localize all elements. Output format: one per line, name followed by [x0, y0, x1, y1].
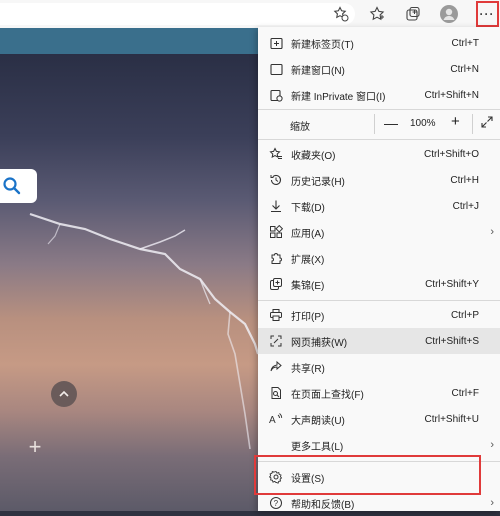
- scroll-up-button[interactable]: [51, 381, 77, 407]
- menu-shortcut: Ctrl+J: [452, 200, 479, 212]
- settings-and-more-menu: 新建标签页(T) Ctrl+T 新建窗口(N) Ctrl+N 新建 InPriv…: [258, 27, 500, 511]
- apps-icon: [269, 225, 283, 239]
- menu-item-apps[interactable]: 应用(A) ›: [258, 219, 500, 245]
- menu-label: 扩展(X): [291, 254, 325, 266]
- more-tools-icon: [269, 438, 283, 452]
- zoom-in-button[interactable]: +: [451, 113, 460, 130]
- svg-text:A: A: [269, 415, 276, 426]
- zoom-label: 缩放: [290, 122, 310, 133]
- chevron-right-icon: ›: [490, 497, 494, 509]
- menu-shortcut: Ctrl+Shift+N: [424, 89, 479, 101]
- more-button-highlight: [476, 1, 499, 27]
- add-shortcut-button[interactable]: +: [25, 436, 45, 458]
- menu-item-read-aloud[interactable]: A 大声朗读(U) Ctrl+Shift+U: [258, 406, 500, 432]
- menu-item-extensions[interactable]: 扩展(X): [258, 245, 500, 271]
- divider: [472, 114, 473, 134]
- menu-item-history[interactable]: 历史记录(H) Ctrl+H: [258, 167, 500, 193]
- browser-toolbar: ···: [0, 0, 500, 28]
- chevron-up-icon: [59, 390, 69, 397]
- search-button[interactable]: [0, 169, 37, 203]
- address-bar[interactable]: [0, 3, 355, 25]
- menu-item-find[interactable]: 在页面上查找(F) Ctrl+F: [258, 380, 500, 406]
- reading-add-icon[interactable]: [332, 5, 350, 23]
- menu-label: 帮助和反馈(B): [291, 499, 355, 511]
- menu-item-favorites[interactable]: 收藏夹(O) Ctrl+Shift+O: [258, 141, 500, 167]
- inprivate-window-icon: [269, 88, 283, 102]
- share-icon: [269, 360, 283, 374]
- menu-shortcut: Ctrl+P: [450, 309, 479, 321]
- menu-item-collections[interactable]: 集锦(E) Ctrl+Shift+Y: [258, 271, 500, 297]
- download-icon: [269, 199, 283, 213]
- menu-divider: [258, 139, 500, 140]
- menu-shortcut: Ctrl+Shift+Y: [425, 278, 479, 290]
- zoom-out-button[interactable]: —: [384, 115, 398, 131]
- profile-avatar-icon[interactable]: [440, 5, 458, 23]
- help-icon: ?: [269, 496, 283, 510]
- menu-shortcut: Ctrl+Shift+S: [425, 335, 479, 347]
- print-icon: [269, 308, 283, 322]
- menu-label: 应用(A): [291, 228, 325, 240]
- menu-shortcut: Ctrl+F: [451, 387, 480, 399]
- extensions-icon: [269, 251, 283, 265]
- web-capture-icon: [269, 334, 283, 348]
- settings-highlight-box: [254, 455, 481, 495]
- chevron-right-icon: ›: [490, 439, 494, 451]
- divider: [374, 114, 375, 134]
- menu-shortcut: Ctrl+Shift+U: [424, 413, 479, 425]
- svg-text:?: ?: [274, 499, 279, 508]
- collections-icon: [269, 277, 283, 291]
- new-window-icon: [269, 62, 283, 76]
- menu-item-new-window[interactable]: 新建窗口(N) Ctrl+N: [258, 56, 500, 82]
- fullscreen-icon[interactable]: [480, 115, 494, 132]
- menu-item-web-capture[interactable]: 网页捕获(W) Ctrl+Shift+S: [258, 328, 500, 354]
- collections-icon[interactable]: [404, 5, 422, 23]
- menu-label: 共享(R): [291, 363, 325, 375]
- menu-label: 更多工具(L): [291, 441, 344, 453]
- menu-divider: [258, 300, 500, 301]
- chevron-right-icon: ›: [490, 226, 494, 238]
- history-icon: [269, 173, 283, 187]
- favorites-icon: [269, 147, 283, 161]
- new-tab-icon: [269, 36, 283, 50]
- menu-shortcut: Ctrl+T: [451, 37, 480, 49]
- menu-shortcut: Ctrl+H: [450, 174, 479, 186]
- menu-item-new-inprivate[interactable]: 新建 InPrivate 窗口(I) Ctrl+Shift+N: [258, 82, 500, 108]
- favorites-star-icon[interactable]: [368, 5, 386, 23]
- menu-item-share[interactable]: 共享(R): [258, 354, 500, 380]
- menu-shortcut: Ctrl+N: [450, 63, 479, 75]
- menu-item-downloads[interactable]: 下载(D) Ctrl+J: [258, 193, 500, 219]
- read-aloud-icon: A: [269, 412, 283, 426]
- menu-shortcut: Ctrl+Shift+O: [423, 148, 479, 160]
- search-icon: [3, 177, 21, 195]
- menu-item-new-tab[interactable]: 新建标签页(T) Ctrl+T: [258, 30, 500, 56]
- zoom-level: 100%: [410, 118, 436, 129]
- menu-item-print[interactable]: 打印(P) Ctrl+P: [258, 302, 500, 328]
- zoom-control: 缩放 — 100% +: [258, 110, 500, 138]
- find-on-page-icon: [269, 386, 283, 400]
